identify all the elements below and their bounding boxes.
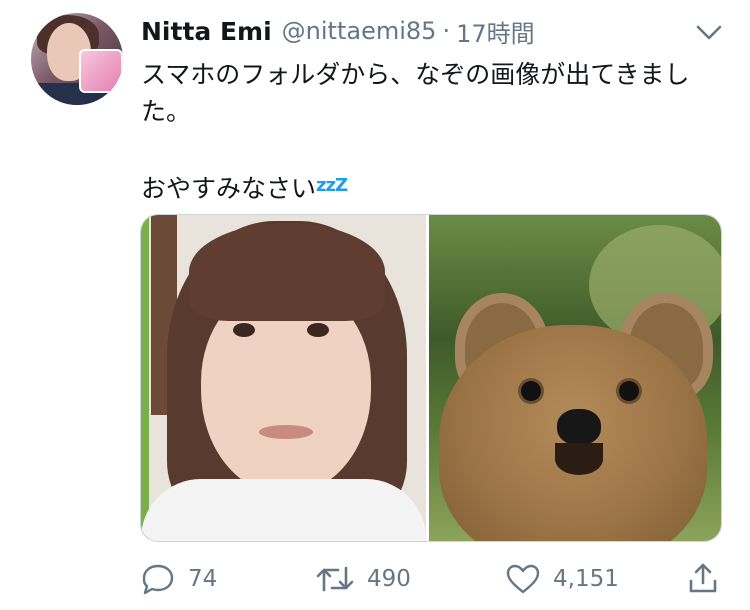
tweet-media[interactable] — [140, 214, 722, 542]
zzz-emoji: zzZ — [316, 175, 348, 196]
tweet-actions: 74 490 4,151 — [140, 557, 730, 601]
white-shirt — [141, 479, 426, 541]
separator-dot: · — [442, 17, 451, 45]
reply-count: 74 — [188, 566, 218, 592]
left-eye — [233, 323, 255, 337]
right-eye — [307, 323, 329, 337]
share-button[interactable] — [686, 561, 720, 597]
tweet-text: スマホのフォルダから、なぞの画像が出てきました。 おやすみなさいzzZ — [141, 56, 731, 207]
lips — [259, 425, 313, 439]
quokka-photo[interactable] — [429, 215, 721, 541]
tweet-header: Nitta Emi @nittaemi85 · 17時間 — [141, 14, 535, 48]
reply-button[interactable]: 74 — [140, 562, 217, 596]
heart-icon — [506, 564, 540, 594]
timestamp[interactable]: 17時間 — [456, 14, 535, 49]
avatar-sticker — [79, 49, 123, 93]
share-icon — [689, 563, 717, 593]
display-name[interactable]: Nitta Emi — [141, 17, 272, 46]
goodnight-text: おやすみなさい — [141, 174, 317, 203]
tweet-text-line: おやすみなさいzzZ — [141, 167, 731, 207]
retweet-icon — [316, 566, 354, 592]
photo-frame-edge — [141, 215, 149, 541]
tweet-text-line: スマホのフォルダから、なぞの画像が出てきました。 — [141, 60, 690, 126]
woman-photo[interactable] — [141, 215, 429, 541]
like-button[interactable]: 4,151 — [505, 562, 619, 596]
retweet-button[interactable]: 490 — [315, 562, 411, 596]
quokka-nose — [557, 409, 601, 445]
quokka-right-eye — [619, 381, 639, 401]
avatar[interactable] — [31, 13, 123, 105]
quokka-mouth — [555, 443, 603, 475]
hair-bangs — [189, 223, 385, 321]
reply-icon — [142, 564, 174, 595]
retweet-count: 490 — [367, 566, 411, 592]
quokka-left-eye — [521, 381, 541, 401]
handle[interactable]: @nittaemi85 — [282, 17, 437, 45]
chevron-down-icon[interactable] — [692, 18, 726, 46]
like-count: 4,151 — [553, 566, 619, 592]
